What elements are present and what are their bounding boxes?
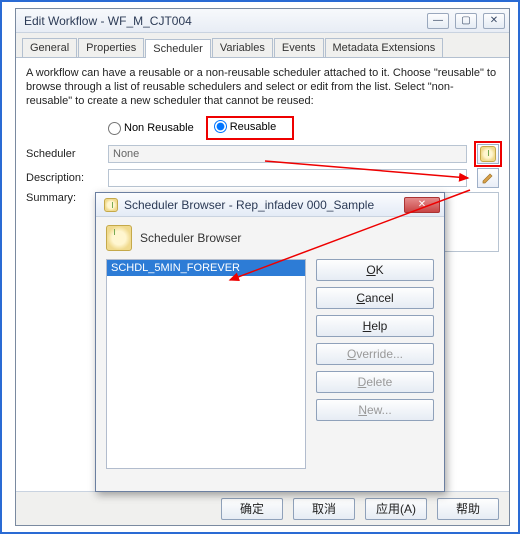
scheduler-label: Scheduler xyxy=(26,148,102,160)
scheduler-value: None xyxy=(108,145,467,163)
tab-metadata-extensions[interactable]: Metadata Extensions xyxy=(325,38,444,57)
dlg-new-button: New... xyxy=(316,399,434,421)
radio-non-reusable-input[interactable] xyxy=(108,122,121,135)
tab-events[interactable]: Events xyxy=(274,38,324,57)
dialog-subtitle-row: Scheduler Browser xyxy=(96,217,444,259)
description-row: Description: xyxy=(26,168,499,188)
tab-properties[interactable]: Properties xyxy=(78,38,144,57)
clock-icon xyxy=(106,225,132,251)
dlg-delete-button: Delete xyxy=(316,371,434,393)
titlebar[interactable]: Edit Workflow - WF_M_CJT004 — ▢ ✕ xyxy=(16,9,509,33)
dialog-title-icon xyxy=(104,198,118,212)
dialog-footer: 确定 取消 应用(A) 帮助 xyxy=(16,491,509,525)
window-title: Edit Workflow - WF_M_CJT004 xyxy=(24,14,421,28)
cancel-button[interactable]: 取消 xyxy=(293,498,355,520)
description-label: Description: xyxy=(26,172,102,184)
description-edit-button[interactable] xyxy=(477,168,499,188)
browse-scheduler-button[interactable] xyxy=(477,144,499,164)
dlg-ok-button[interactable]: OK xyxy=(316,259,434,281)
minimize-button[interactable]: — xyxy=(427,13,449,29)
reusable-radio-row: Non Reusable Reusable xyxy=(26,116,499,140)
tab-general[interactable]: General xyxy=(22,38,77,57)
tab-strip: General Properties Scheduler Variables E… xyxy=(16,33,509,58)
scheduler-browser-dialog: Scheduler Browser - Rep_infadev 000_Samp… xyxy=(95,192,445,492)
ok-button[interactable]: 确定 xyxy=(221,498,283,520)
dlg-help-button[interactable]: Help xyxy=(316,315,434,337)
dialog-titlebar[interactable]: Scheduler Browser - Rep_infadev 000_Samp… xyxy=(96,193,444,217)
dlg-override-button: Override... xyxy=(316,343,434,365)
tab-variables[interactable]: Variables xyxy=(212,38,273,57)
maximize-button[interactable]: ▢ xyxy=(455,13,477,29)
tab-scheduler[interactable]: Scheduler xyxy=(145,39,211,58)
radio-reusable-label: Reusable xyxy=(230,121,276,133)
intro-text: A workflow can have a reusable or a non-… xyxy=(26,66,499,108)
dialog-title: Scheduler Browser - Rep_infadev 000_Samp… xyxy=(124,198,396,212)
radio-reusable[interactable]: Reusable xyxy=(214,120,276,133)
dialog-subtitle: Scheduler Browser xyxy=(140,231,241,245)
highlight-reusable: Reusable xyxy=(206,116,294,140)
radio-non-reusable[interactable]: Non Reusable xyxy=(108,122,194,135)
list-item[interactable]: SCHDL_5MIN_FOREVER xyxy=(107,260,305,276)
summary-label: Summary: xyxy=(26,192,102,204)
radio-non-reusable-label: Non Reusable xyxy=(124,122,194,134)
dialog-button-column: OK Cancel Help Override... Delete New... xyxy=(316,259,434,469)
close-button[interactable]: ✕ xyxy=(483,13,505,29)
dlg-cancel-button[interactable]: Cancel xyxy=(316,287,434,309)
apply-button[interactable]: 应用(A) xyxy=(365,498,427,520)
clock-icon xyxy=(480,146,496,162)
radio-reusable-input[interactable] xyxy=(214,120,227,133)
pencil-icon xyxy=(482,172,494,184)
scheduler-row: Scheduler None xyxy=(26,144,499,164)
scheduler-list[interactable]: SCHDL_5MIN_FOREVER xyxy=(106,259,306,469)
dialog-close-button[interactable]: ✕ xyxy=(404,197,440,213)
description-field[interactable] xyxy=(108,169,467,187)
help-button[interactable]: 帮助 xyxy=(437,498,499,520)
